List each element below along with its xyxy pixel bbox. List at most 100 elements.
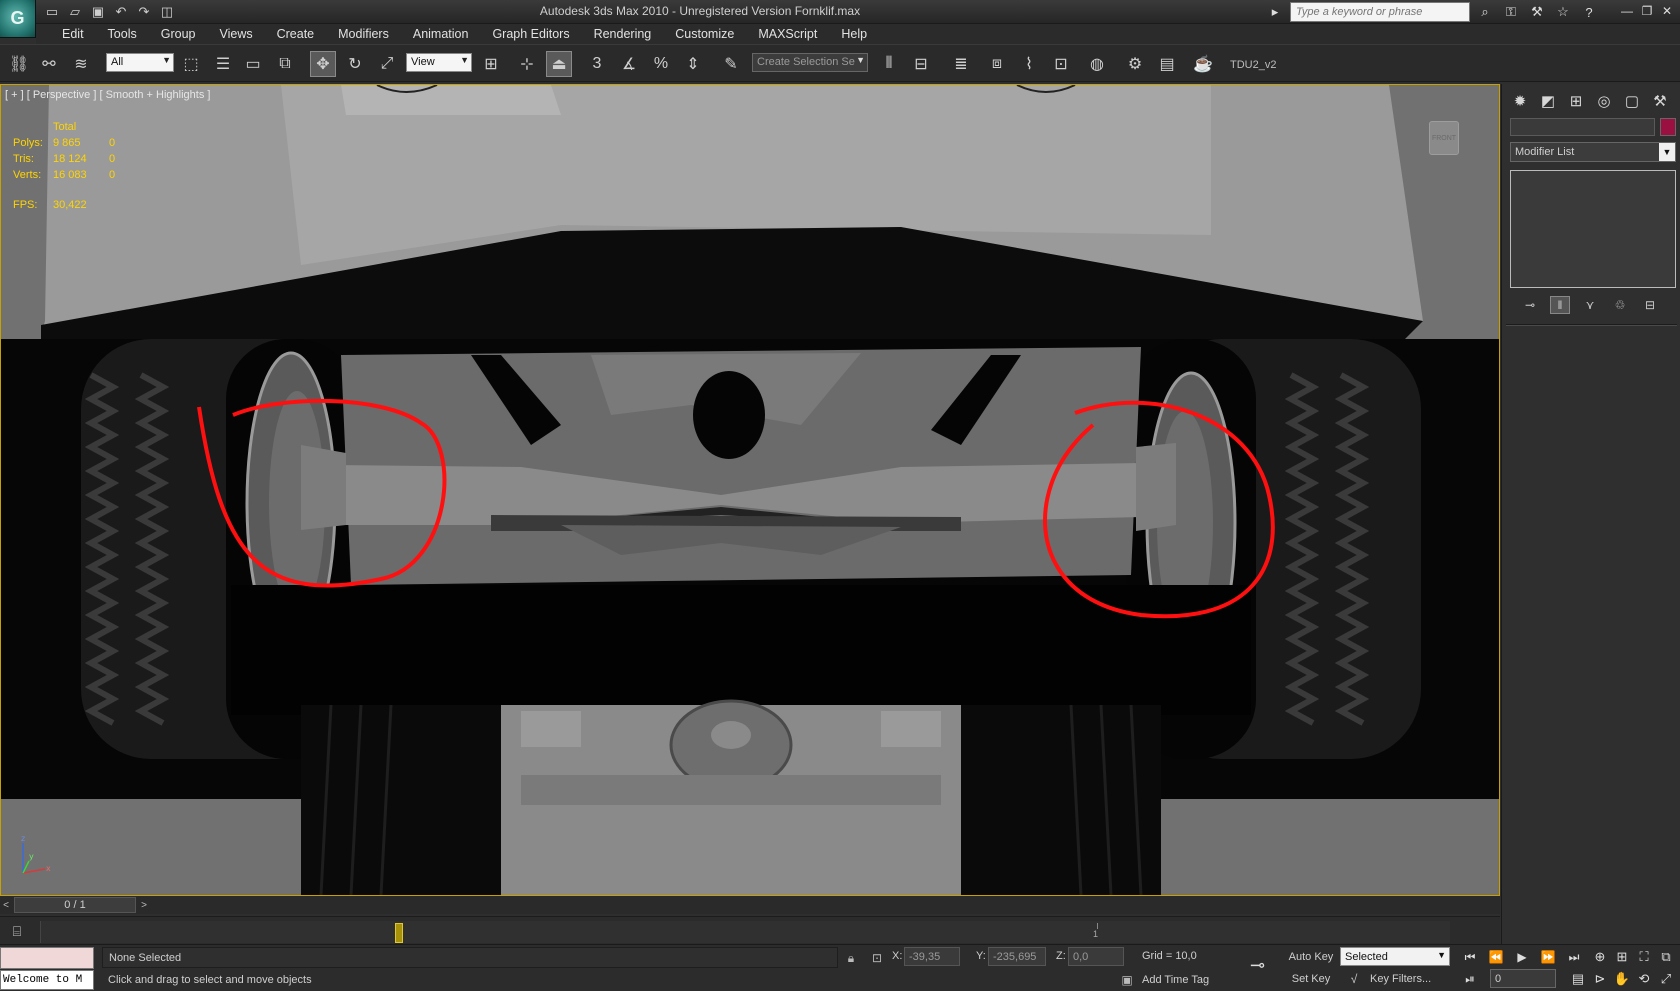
reference-coordinate-dropdown[interactable]: View ▼	[406, 53, 472, 72]
named-selection-dropdown[interactable]: Create Selection Se ▼	[752, 53, 868, 72]
next-key-icon[interactable]: ⏩	[1536, 947, 1560, 967]
current-frame-marker[interactable]	[395, 923, 403, 943]
spinner-snap-icon[interactable]: ⇕	[680, 51, 706, 77]
maxscript-listener[interactable]: Welcome to M	[0, 970, 94, 990]
curve-editor-icon[interactable]: ⌇	[1016, 51, 1042, 77]
pin-stack-icon[interactable]: ⊸	[1520, 296, 1540, 314]
material-editor-icon[interactable]: ◍	[1084, 51, 1110, 77]
current-frame-field[interactable]: 0	[1490, 969, 1556, 988]
minimize-icon[interactable]: —	[1618, 2, 1636, 20]
make-unique-icon[interactable]: ⋎	[1580, 296, 1600, 314]
viewcube[interactable]: FRONT	[1429, 121, 1459, 155]
motion-tab-icon[interactable]: ◎	[1592, 90, 1616, 112]
select-by-name-icon[interactable]: ☰	[210, 51, 236, 77]
mini-curve-editor-icon[interactable]: ⌸	[6, 921, 28, 941]
snaps-toggle-icon[interactable]: 3	[584, 51, 610, 77]
layer-manager-icon[interactable]: ≣	[948, 51, 974, 77]
remove-modifier-icon[interactable]: ♲	[1610, 296, 1630, 314]
object-color-swatch[interactable]	[1660, 118, 1676, 136]
search-input[interactable]	[1290, 2, 1470, 22]
rectangular-selection-icon[interactable]: ▭	[240, 51, 266, 77]
maximize-viewport-icon[interactable]: ⤢	[1656, 969, 1676, 989]
select-manipulate-icon[interactable]: ⊹	[514, 51, 540, 77]
time-configuration-icon[interactable]: ▤	[1568, 969, 1588, 989]
set-key-button[interactable]: Set Key	[1286, 969, 1336, 989]
next-frame-icon[interactable]: >	[138, 898, 150, 912]
favorites-icon[interactable]: ☆	[1552, 2, 1574, 22]
communication-icon[interactable]: ⚒	[1526, 2, 1548, 22]
menu-tools[interactable]: Tools	[96, 27, 149, 41]
zoom-extents-all-icon[interactable]: ⧉	[1656, 947, 1676, 967]
menu-edit[interactable]: Edit	[50, 27, 96, 41]
maxscript-listener-macro[interactable]	[0, 947, 94, 969]
go-to-start-icon[interactable]: ⏮	[1458, 947, 1482, 967]
menu-views[interactable]: Views	[207, 27, 264, 41]
help-icon[interactable]: ?	[1578, 2, 1600, 22]
create-tab-icon[interactable]: ✹	[1508, 90, 1532, 112]
time-tag-icon[interactable]: ▣	[1118, 971, 1136, 989]
field-of-view-icon[interactable]: ⊳	[1590, 969, 1610, 989]
application-button[interactable]: G	[0, 0, 36, 38]
utilities-tab-icon[interactable]: ⚒	[1648, 90, 1672, 112]
previous-frame-icon[interactable]: <	[0, 898, 12, 912]
modifier-stack[interactable]	[1510, 170, 1676, 288]
select-object-icon[interactable]: ⬚	[178, 51, 204, 77]
y-coordinate-field[interactable]: -235,695	[988, 947, 1046, 966]
align-icon[interactable]: ⊟	[908, 51, 934, 77]
key-mode-dropdown[interactable]: Selected ▼	[1340, 947, 1450, 966]
display-tab-icon[interactable]: ▢	[1620, 90, 1644, 112]
percent-snap-icon[interactable]: %	[648, 51, 674, 77]
keyboard-shortcut-override-icon[interactable]: ⏏	[546, 51, 572, 77]
graphite-ribbon-icon[interactable]: ⧈	[984, 51, 1010, 77]
bind-space-warp-icon[interactable]: ≋	[68, 51, 94, 77]
play-icon[interactable]: ▶	[1510, 947, 1534, 967]
z-coordinate-field[interactable]: 0,0	[1068, 947, 1124, 966]
lock-icon[interactable]: 🔒︎	[842, 949, 860, 967]
menu-help[interactable]: Help	[829, 27, 879, 41]
menu-group[interactable]: Group	[149, 27, 208, 41]
absolute-mode-icon[interactable]: ⊡	[868, 949, 886, 967]
mirror-icon[interactable]: ⫴	[876, 51, 902, 77]
render-production-icon[interactable]: ☕	[1190, 51, 1216, 77]
menu-create[interactable]: Create	[265, 27, 327, 41]
time-slider-thumb[interactable]: 0 / 1	[14, 897, 136, 913]
key-mode-toggle-icon[interactable]: ⏯	[1458, 969, 1482, 989]
menu-rendering[interactable]: Rendering	[582, 27, 664, 41]
expand-arrow-icon[interactable]: ▸	[1264, 2, 1286, 22]
hierarchy-tab-icon[interactable]: ⊞	[1564, 90, 1588, 112]
key-filters-button[interactable]: Key Filters...	[1370, 973, 1431, 985]
restore-icon[interactable]: ❐	[1638, 2, 1656, 20]
show-end-result-icon[interactable]: ‖	[1550, 296, 1570, 314]
configure-modifier-sets-icon[interactable]: ⊟	[1640, 296, 1660, 314]
menu-graph-editors[interactable]: Graph Editors	[480, 27, 581, 41]
object-name-field[interactable]	[1510, 118, 1655, 136]
zoom-extents-icon[interactable]: ⛶	[1634, 947, 1654, 967]
track-bar-lane[interactable]: 1	[40, 921, 1450, 943]
link-icon[interactable]: ⛓	[6, 51, 32, 77]
select-and-scale-icon[interactable]: ⤢	[374, 51, 400, 77]
window-crossing-icon[interactable]: ⧉	[272, 51, 298, 77]
render-setup-icon[interactable]: ⚙	[1122, 51, 1148, 77]
perspective-viewport[interactable]: [ + ] [ Perspective ] [ Smooth + Highlig…	[0, 84, 1500, 896]
zoom-icon[interactable]: ⊕	[1590, 947, 1610, 967]
pan-view-icon[interactable]: ✋	[1612, 969, 1632, 989]
previous-key-icon[interactable]: ⏪	[1484, 947, 1508, 967]
unlink-icon[interactable]: ⚯	[36, 51, 62, 77]
menu-animation[interactable]: Animation	[401, 27, 481, 41]
zoom-all-icon[interactable]: ⊞	[1612, 947, 1632, 967]
selection-filter-dropdown[interactable]: All ▼	[106, 53, 174, 72]
menu-modifiers[interactable]: Modifiers	[326, 27, 401, 41]
modifier-list-dropdown[interactable]: Modifier List ▼	[1510, 142, 1676, 162]
orbit-icon[interactable]: ⟲	[1634, 969, 1654, 989]
edit-named-selection-icon[interactable]: ✎	[718, 51, 744, 77]
modify-tab-icon[interactable]: ◩	[1536, 90, 1560, 112]
menu-customize[interactable]: Customize	[663, 27, 746, 41]
menu-maxscript[interactable]: MAXScript	[746, 27, 829, 41]
viewport-label-menu[interactable]: [ + ] [ Perspective ] [ Smooth + Highlig…	[5, 89, 210, 101]
close-icon[interactable]: ✕	[1658, 2, 1676, 20]
rendered-frame-window-icon[interactable]: ▤	[1154, 51, 1180, 77]
auto-key-button[interactable]: Auto Key	[1286, 947, 1336, 967]
add-time-tag-button[interactable]: Add Time Tag	[1142, 974, 1209, 986]
schematic-view-icon[interactable]: ⊡	[1048, 51, 1074, 77]
select-and-rotate-icon[interactable]: ↻	[342, 51, 368, 77]
